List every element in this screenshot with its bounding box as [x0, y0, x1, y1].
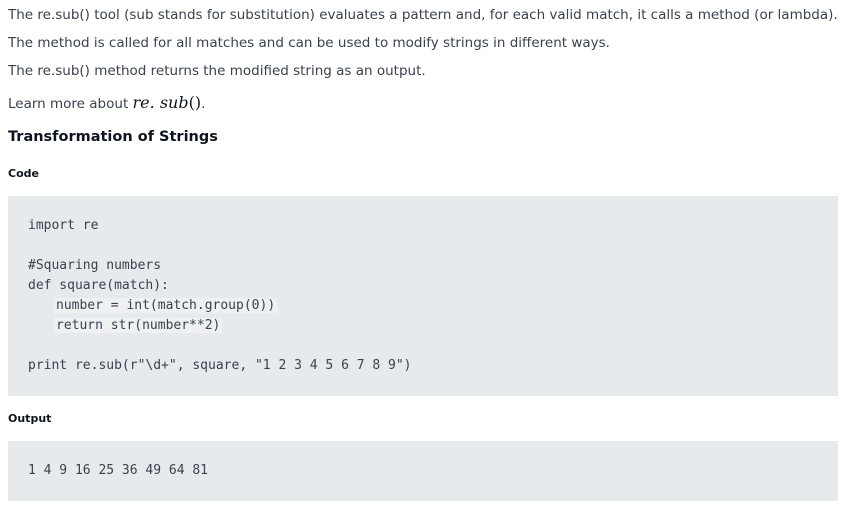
- code-line-4: def square(match):: [28, 278, 169, 293]
- code-line-8: print re.sub(r"\d+", square, "1 2 3 4 5 …: [28, 358, 412, 373]
- code-line-6: return str(number**2): [54, 318, 223, 333]
- learn-more-link[interactable]: re. sub(): [133, 93, 202, 112]
- description-paragraph-3: The re.sub() method returns the modified…: [8, 63, 426, 79]
- learn-more-line: Learn more about re. sub().: [8, 94, 205, 113]
- math-function-name: re. sub: [132, 93, 189, 112]
- description-paragraph-2: The method is called for all matches and…: [8, 35, 610, 51]
- output-block[interactable]: 1 4 9 16 25 36 49 64 81: [8, 441, 838, 501]
- section-title: Transformation of Strings: [8, 129, 218, 145]
- description-paragraph-1: The re.sub() tool (sub stands for substi…: [8, 7, 838, 23]
- code-line-5: number = int(match.group(0)): [54, 298, 278, 313]
- code-line-1: import re: [28, 218, 99, 233]
- code-block[interactable]: import re #Squaring numbers def square(m…: [8, 196, 838, 396]
- code-label: Code: [8, 167, 39, 180]
- code-line-5-wrapper: number = int(match.group(0)): [28, 296, 838, 316]
- learn-more-suffix: .: [201, 96, 206, 112]
- code-line-6-wrapper: return str(number**2): [28, 316, 838, 336]
- output-label: Output: [8, 412, 52, 425]
- math-parens: (): [188, 93, 202, 112]
- learn-more-prefix: Learn more about: [8, 96, 133, 112]
- output-text: 1 4 9 16 25 36 49 64 81: [28, 463, 209, 478]
- code-line-3: #Squaring numbers: [28, 258, 162, 273]
